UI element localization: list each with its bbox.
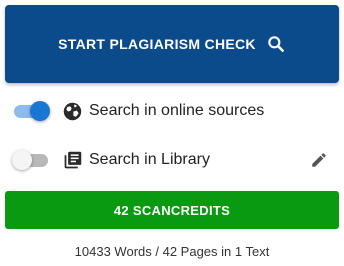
library-icon — [61, 149, 83, 171]
plagiarism-check-panel: START PLAGIARISM CHECK Search in online … — [0, 0, 344, 266]
option-online-sources: Search in online sources — [12, 96, 332, 126]
library-label: Search in Library — [89, 151, 210, 168]
start-plagiarism-check-button[interactable]: START PLAGIARISM CHECK — [5, 5, 339, 83]
globe-icon — [61, 100, 83, 122]
option-library: Search in Library — [12, 145, 332, 175]
scancredits-button[interactable]: 42 SCANCREDITS — [5, 191, 339, 229]
library-toggle[interactable] — [12, 150, 52, 170]
search-icon — [266, 34, 286, 54]
document-summary: 10433 Words / 42 Pages in 1 Text — [74, 244, 270, 259]
online-sources-label: Search in online sources — [89, 102, 265, 119]
start-button-label: START PLAGIARISM CHECK — [58, 36, 256, 52]
online-sources-toggle[interactable] — [12, 101, 52, 121]
toggle-thumb — [30, 101, 50, 121]
pencil-icon[interactable] — [308, 149, 330, 171]
scancredits-label: 42 SCANCREDITS — [113, 202, 231, 218]
toggle-thumb — [12, 150, 32, 170]
